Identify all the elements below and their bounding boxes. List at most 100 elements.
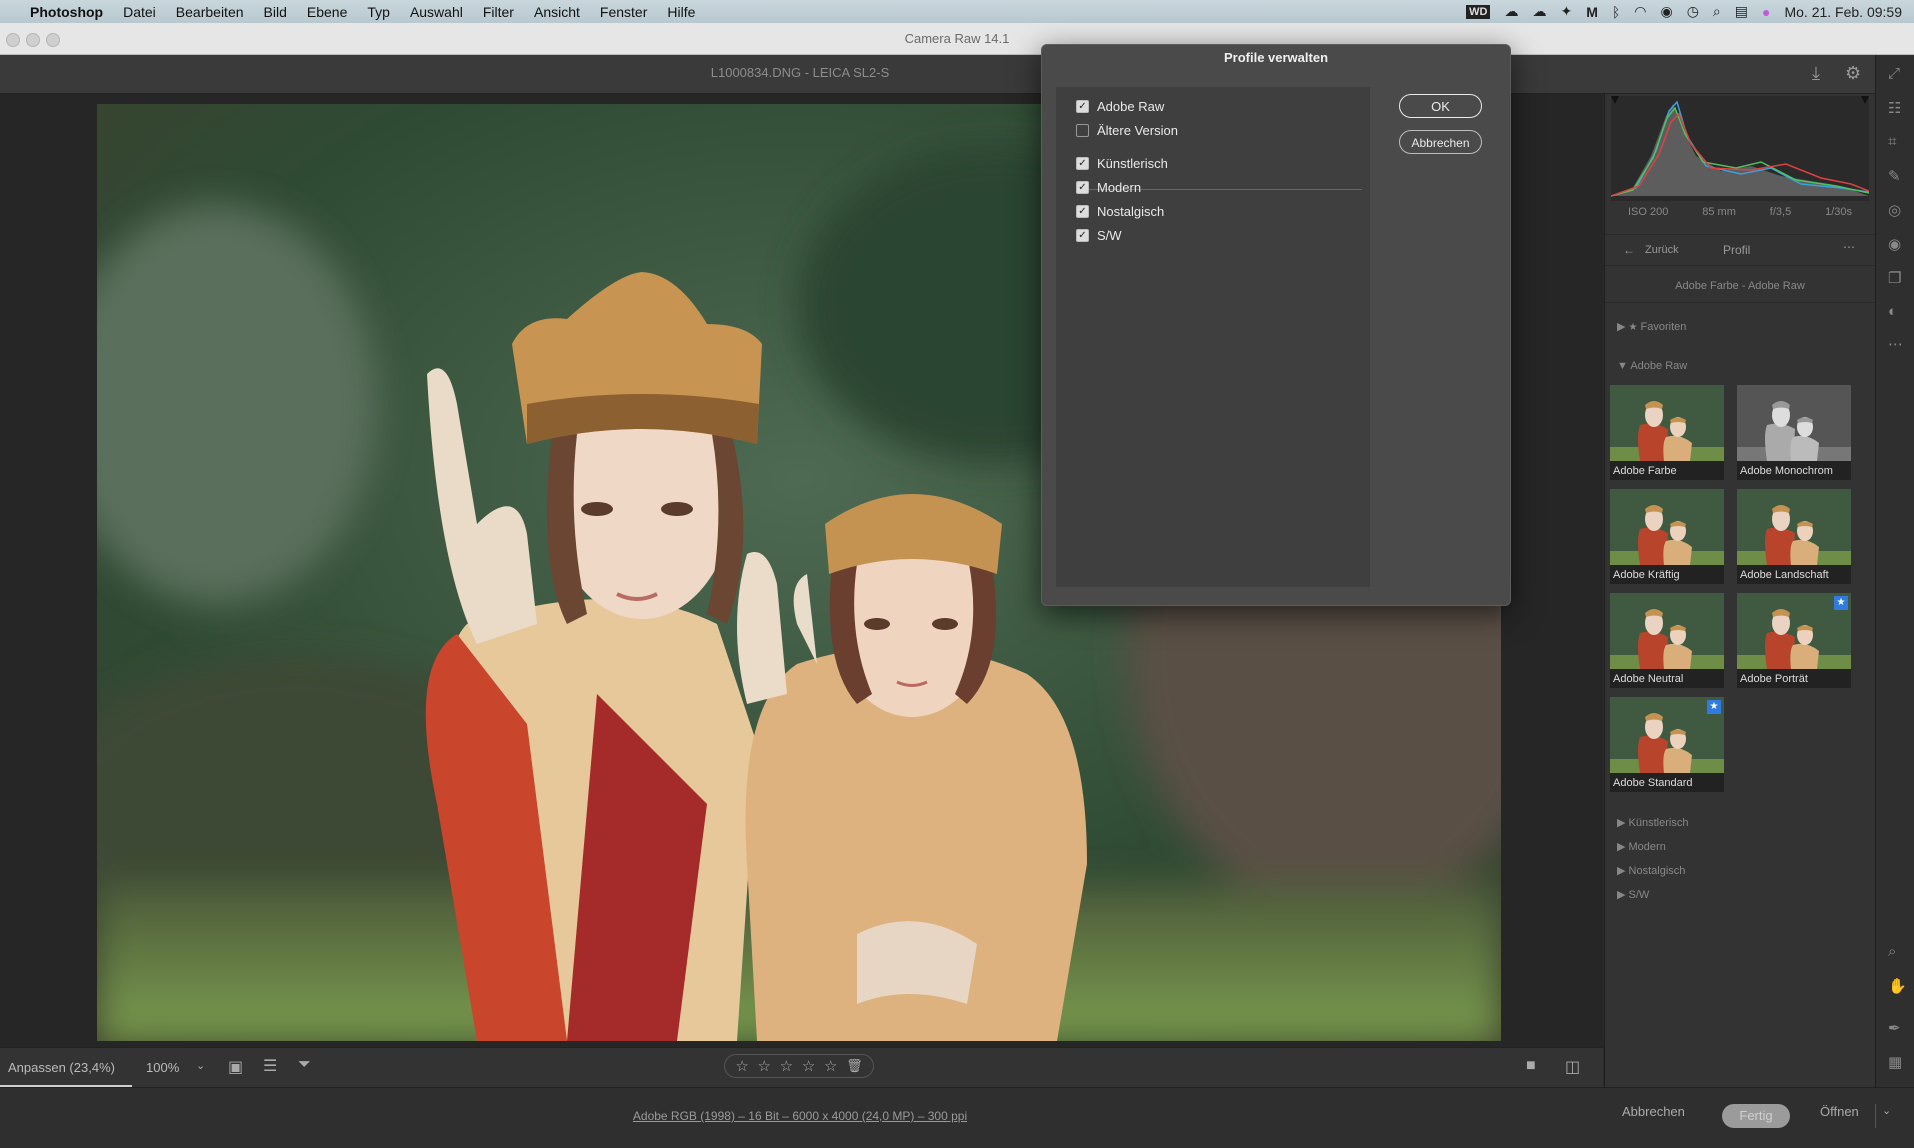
profile-thumb-image: [1737, 385, 1851, 461]
siri-icon[interactable]: ●: [1762, 4, 1770, 20]
profile-thumb[interactable]: Adobe Monochrom: [1737, 385, 1851, 480]
checkbox-sw[interactable]: ✓ S/W: [1076, 228, 1122, 243]
group-label: Künstlerisch: [1628, 817, 1689, 829]
menu-datei[interactable]: Datei: [113, 4, 166, 20]
favorites-group[interactable]: ▶ ★ Favoriten: [1617, 320, 1686, 333]
crop-icon[interactable]: ⌗: [1888, 133, 1896, 150]
profile-thumb[interactable]: Adobe Kräftig: [1610, 489, 1724, 584]
group-modern[interactable]: ▶ Modern: [1617, 840, 1666, 853]
fullscreen-icon[interactable]: ⤢: [1888, 65, 1900, 82]
open-button[interactable]: Öffnen: [1820, 1104, 1859, 1119]
checkbox-icon[interactable]: ✓: [1076, 157, 1089, 170]
zoom-level-button[interactable]: 100%: [146, 1060, 179, 1075]
checkbox-icon[interactable]: [1076, 124, 1089, 137]
menu-hilfe[interactable]: Hilfe: [657, 4, 705, 20]
more-options-icon[interactable]: ⋯: [1843, 240, 1855, 254]
profile-thumb[interactable]: Adobe Porträt ★: [1737, 593, 1851, 688]
profile-thumb-label: Adobe Monochrom: [1740, 465, 1833, 477]
checkbox-icon[interactable]: ✓: [1076, 229, 1089, 242]
profile-thumb[interactable]: Adobe Farbe: [1610, 385, 1724, 480]
window-title-bar: Camera Raw 14.1: [0, 23, 1914, 55]
adobe-raw-group[interactable]: ▼ Adobe Raw: [1617, 360, 1687, 372]
checkbox-modern[interactable]: ✓ Modern: [1076, 180, 1141, 195]
open-divider: [1875, 1104, 1876, 1128]
save-icon[interactable]: ⤓: [1812, 63, 1820, 84]
checkbox-aeltere-version[interactable]: Ältere Version: [1076, 123, 1178, 138]
back-arrow-icon[interactable]: ←: [1623, 243, 1635, 257]
profile-header: ← Zurück Profil ⋯: [1605, 234, 1875, 266]
user-icon[interactable]: ◉: [1660, 3, 1672, 20]
profile-thumb[interactable]: Adobe Landschaft: [1737, 489, 1851, 584]
menu-app-photoshop[interactable]: Photoshop: [20, 4, 113, 20]
open-options-chevron-icon[interactable]: ⌄: [1882, 1104, 1891, 1117]
hand-tool-icon[interactable]: ✋: [1888, 977, 1907, 995]
zoom-tool-icon[interactable]: ⌕: [1888, 943, 1896, 960]
edit-sliders-icon[interactable]: ☷: [1888, 99, 1901, 117]
checkbox-kuenstlerisch[interactable]: ✓ Künstlerisch: [1076, 156, 1168, 171]
current-profile-label: Adobe Farbe - Adobe Raw: [1675, 280, 1805, 292]
wifi-icon[interactable]: ◠: [1634, 3, 1646, 20]
group-sw[interactable]: ▶ S/W: [1617, 888, 1649, 901]
butterfly-icon[interactable]: ✦: [1560, 3, 1572, 20]
checkbox-icon[interactable]: ✓: [1076, 100, 1089, 113]
menu-ebene[interactable]: Ebene: [297, 4, 357, 20]
cloud-sync-icon[interactable]: ☁: [1532, 3, 1546, 20]
more-tools-icon[interactable]: ⋯: [1888, 335, 1903, 353]
wd-icon[interactable]: WD: [1466, 4, 1491, 19]
control-center-icon[interactable]: ▤: [1735, 3, 1748, 20]
profile-thumb[interactable]: Adobe Neutral: [1610, 593, 1724, 688]
menu-auswahl[interactable]: Auswahl: [400, 4, 473, 20]
compare-view-icon[interactable]: ◫: [1565, 1057, 1580, 1077]
group-nostalgisch[interactable]: ▶ Nostalgisch: [1617, 864, 1685, 877]
zoom-dropdown-chevron-icon[interactable]: ⌄: [196, 1059, 205, 1072]
menu-bearbeiten[interactable]: Bearbeiten: [166, 4, 254, 20]
search-icon[interactable]: ⌕: [1713, 3, 1721, 20]
grid-icon[interactable]: ▦: [1888, 1053, 1902, 1071]
snapshots-icon[interactable]: ❐: [1888, 269, 1901, 287]
checkbox-icon[interactable]: ✓: [1076, 205, 1089, 218]
star-icon[interactable]: ☆: [735, 1057, 748, 1075]
red-eye-icon[interactable]: ◉: [1888, 235, 1901, 253]
cancel-button[interactable]: Abbrechen: [1622, 1104, 1685, 1119]
fit-zoom-button[interactable]: Anpassen (23,4%): [8, 1060, 115, 1075]
group-kuenstlerisch[interactable]: ▶ Künstlerisch: [1617, 816, 1688, 829]
time-machine-icon[interactable]: ◷: [1687, 3, 1699, 20]
menu-filter[interactable]: Filter: [473, 4, 524, 20]
star-icon[interactable]: ☆: [780, 1057, 793, 1075]
star-icon[interactable]: ☆: [802, 1057, 815, 1075]
checkbox-label: Ältere Version: [1097, 123, 1178, 138]
workflow-options-link[interactable]: Adobe RGB (1998) – 16 Bit – 6000 x 4000 …: [0, 1109, 1600, 1123]
sort-icon[interactable]: ☰: [263, 1056, 277, 1076]
star-icon[interactable]: ☆: [824, 1057, 837, 1075]
back-button[interactable]: Zurück: [1645, 244, 1679, 256]
done-button[interactable]: Fertig: [1722, 1104, 1790, 1128]
single-view-icon[interactable]: ■: [1526, 1057, 1536, 1075]
malwarebytes-icon[interactable]: M: [1586, 4, 1598, 20]
checkbox-icon[interactable]: ✓: [1076, 181, 1089, 194]
checkbox-label: Nostalgisch: [1097, 204, 1165, 219]
color-sampler-icon[interactable]: ✒: [1888, 1019, 1901, 1037]
profile-thumb[interactable]: Adobe Standard ★: [1610, 697, 1724, 792]
favorite-star-icon[interactable]: ★: [1834, 596, 1848, 610]
checkbox-nostalgisch[interactable]: ✓ Nostalgisch: [1076, 204, 1164, 219]
healing-brush-icon[interactable]: ✎: [1888, 167, 1901, 185]
ok-button[interactable]: OK: [1399, 94, 1482, 118]
menu-bild[interactable]: Bild: [254, 4, 297, 20]
menu-fenster[interactable]: Fenster: [590, 4, 657, 20]
filmstrip-icon[interactable]: ▣: [228, 1057, 243, 1077]
dialog-cancel-button[interactable]: Abbrechen: [1399, 130, 1482, 154]
menu-ansicht[interactable]: Ansicht: [524, 4, 590, 20]
filter-icon[interactable]: ⏷: [298, 1056, 311, 1074]
menu-clock[interactable]: Mo. 21. Feb. 09:59: [1784, 4, 1902, 20]
creative-cloud-icon[interactable]: ☁: [1504, 3, 1518, 20]
menu-typ[interactable]: Typ: [357, 4, 400, 20]
bluetooth-icon[interactable]: ᛒ: [1612, 4, 1620, 20]
settings-gear-icon[interactable]: ⚙: [1845, 63, 1861, 84]
trash-icon[interactable]: 🗑: [846, 1058, 863, 1074]
masking-icon[interactable]: ◎: [1888, 201, 1901, 219]
checkbox-adobe-raw[interactable]: ✓ Adobe Raw: [1076, 99, 1164, 114]
favorite-star-icon[interactable]: ★: [1707, 700, 1721, 714]
presets-icon[interactable]: ◐: [1888, 303, 1897, 320]
star-icon[interactable]: ☆: [758, 1057, 771, 1075]
profile-panel-title: Profil: [1723, 243, 1751, 257]
